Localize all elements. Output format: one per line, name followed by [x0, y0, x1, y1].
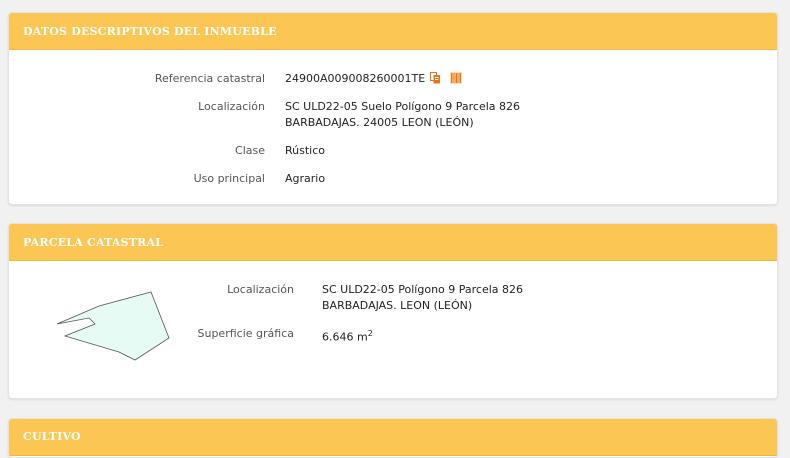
referencia-catastral-value: 24900A009008260001TE [285, 72, 426, 85]
parcela-localizacion-line1: SC ULD22-05 Polígono 9 Parcela 826 [322, 283, 524, 296]
parcela-localizacion-line2: BARBADAJAS. LEON (LEÓN) [322, 299, 473, 312]
superficie-unit-exponent: 2 [367, 329, 373, 338]
localizacion-line1: SC ULD22-05 Suelo Polígono 9 Parcela 826 [285, 100, 521, 113]
uso-principal-label: Uso principal [193, 172, 265, 185]
cultivo-header: CULTIVO [9, 419, 777, 456]
datos-descriptivos-panel: DATOS DESCRIPTIVOS DEL INMUEBLE Referenc… [8, 12, 778, 205]
parcela-catastral-header: PARCELA CATASTRAL [9, 224, 777, 261]
parcela-localizacion-label: Localización [227, 283, 294, 296]
referencia-catastral-label: Referencia catastral [154, 72, 265, 85]
clase-value: Rústico [285, 144, 325, 157]
localizacion-line2: BARBADAJAS. 24005 LEON (LEÓN) [285, 116, 474, 129]
superficie-value-text: 6.646 m [322, 330, 368, 344]
parcela-localizacion-value: SC ULD22-05 Polígono 9 Parcela 826 BARBA… [322, 282, 523, 314]
superficie-grafica-label: Superficie gráfica [197, 327, 295, 340]
cultivo-panel: CULTIVO [8, 418, 778, 458]
localizacion-value: SC ULD22-05 Suelo Polígono 9 Parcela 826… [285, 99, 520, 131]
copy-document-icon[interactable] [430, 72, 441, 89]
barcode-icon[interactable] [450, 72, 463, 89]
clase-label: Clase [235, 144, 265, 157]
datos-descriptivos-header: DATOS DESCRIPTIVOS DEL INMUEBLE [9, 13, 777, 50]
uso-principal-value: Agrario [285, 172, 326, 185]
localizacion-label: Localización [198, 100, 265, 113]
referencia-catastral-row: 24900A009008260001TE [285, 71, 463, 89]
superficie-grafica-value: 6.646 m2 [322, 326, 373, 346]
parcela-catastral-panel: PARCELA CATASTRAL Localización SC ULD22-… [8, 223, 778, 399]
